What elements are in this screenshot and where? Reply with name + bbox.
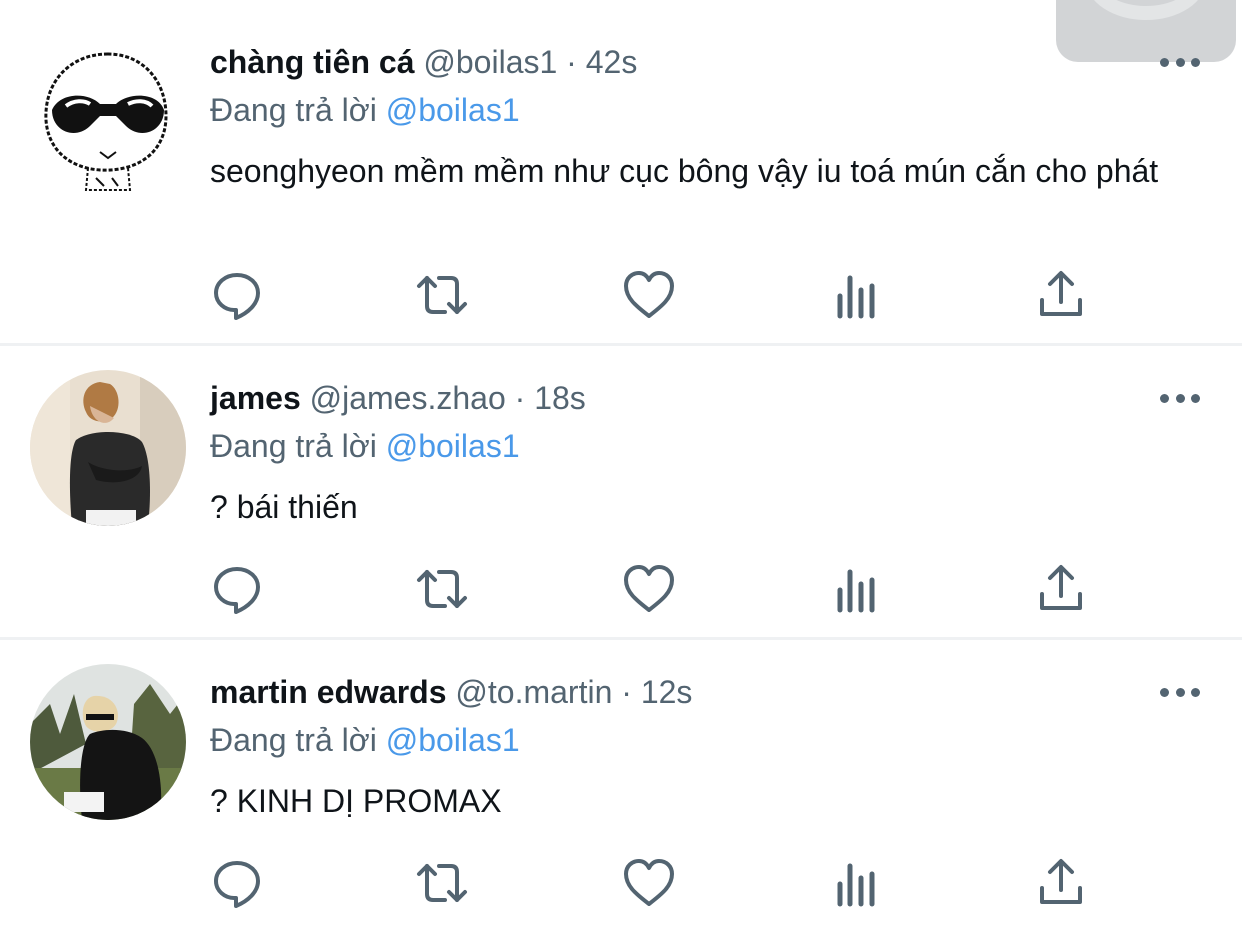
- reply-feed: chàng tiên cá @boilas1 · 42s Đang trả lờ…: [0, 0, 1242, 930]
- more-options-icon[interactable]: [1160, 388, 1200, 408]
- timestamp[interactable]: 18s: [534, 380, 586, 416]
- reply-icon[interactable]: [210, 856, 264, 910]
- retweet-icon[interactable]: [415, 562, 469, 616]
- reply-icon[interactable]: [210, 268, 264, 322]
- reply-context: Đang trả lời @boilas1: [210, 90, 520, 130]
- views-icon[interactable]: [830, 270, 884, 324]
- share-icon[interactable]: [1034, 268, 1088, 322]
- timestamp[interactable]: 42s: [586, 44, 638, 80]
- display-name[interactable]: james: [210, 380, 301, 416]
- reply-prefix: Đang trả lời: [210, 92, 377, 128]
- reply-mention-link[interactable]: @boilas1: [386, 428, 520, 464]
- reply-mention-link[interactable]: @boilas1: [386, 722, 520, 758]
- avatar[interactable]: [30, 664, 186, 820]
- timestamp[interactable]: 12s: [641, 674, 693, 710]
- reply-context: Đang trả lời @boilas1: [210, 720, 520, 760]
- tweet-header: james @james.zhao · 18s: [210, 378, 586, 418]
- more-options-icon[interactable]: [1160, 682, 1200, 702]
- separator-dot: ·: [514, 380, 526, 416]
- tweet-text: ? KINH DỊ PROMAX: [210, 783, 502, 819]
- share-icon[interactable]: [1034, 562, 1088, 616]
- retweet-icon[interactable]: [415, 268, 469, 322]
- more-options-icon[interactable]: [1160, 52, 1200, 72]
- tweet-text: ? bái thiến: [210, 489, 358, 525]
- reply-prefix: Đang trả lời: [210, 722, 377, 758]
- tweet-2[interactable]: james @james.zhao · 18s Đang trả lời @bo…: [0, 346, 1242, 638]
- avatar[interactable]: [30, 40, 186, 196]
- retweet-icon[interactable]: [415, 856, 469, 910]
- views-icon[interactable]: [830, 858, 884, 912]
- display-name[interactable]: chàng tiên cá: [210, 44, 415, 80]
- avatar[interactable]: [30, 370, 186, 526]
- reply-prefix: Đang trả lời: [210, 428, 377, 464]
- like-icon[interactable]: [622, 856, 676, 910]
- share-icon[interactable]: [1034, 856, 1088, 910]
- tweet-header: chàng tiên cá @boilas1 · 42s: [210, 42, 637, 82]
- separator-dot: ·: [621, 674, 632, 710]
- user-handle[interactable]: @boilas1: [423, 44, 557, 80]
- tweet-text: seonghyeon mềm mềm như cục bông vậy iu t…: [210, 153, 1159, 189]
- user-handle[interactable]: @james.zhao: [310, 380, 506, 416]
- photo-avatar: [30, 664, 186, 820]
- reply-icon[interactable]: [210, 562, 264, 616]
- like-icon[interactable]: [622, 268, 676, 322]
- separator-dot: ·: [566, 44, 577, 80]
- display-name[interactable]: martin edwards: [210, 674, 447, 710]
- tweet-header: martin edwards @to.martin · 12s: [210, 672, 692, 712]
- like-icon[interactable]: [622, 562, 676, 616]
- sunglasses-meme-face-avatar: [30, 40, 186, 196]
- tweet-1[interactable]: chàng tiên cá @boilas1 · 42s Đang trả lờ…: [0, 0, 1242, 344]
- user-handle[interactable]: @to.martin: [455, 674, 612, 710]
- reply-context: Đang trả lời @boilas1: [210, 426, 520, 466]
- views-icon[interactable]: [830, 564, 884, 618]
- photo-avatar: [30, 370, 186, 526]
- reply-mention-link[interactable]: @boilas1: [386, 92, 520, 128]
- tweet-3[interactable]: martin edwards @to.martin · 12s Đang trả…: [0, 640, 1242, 930]
